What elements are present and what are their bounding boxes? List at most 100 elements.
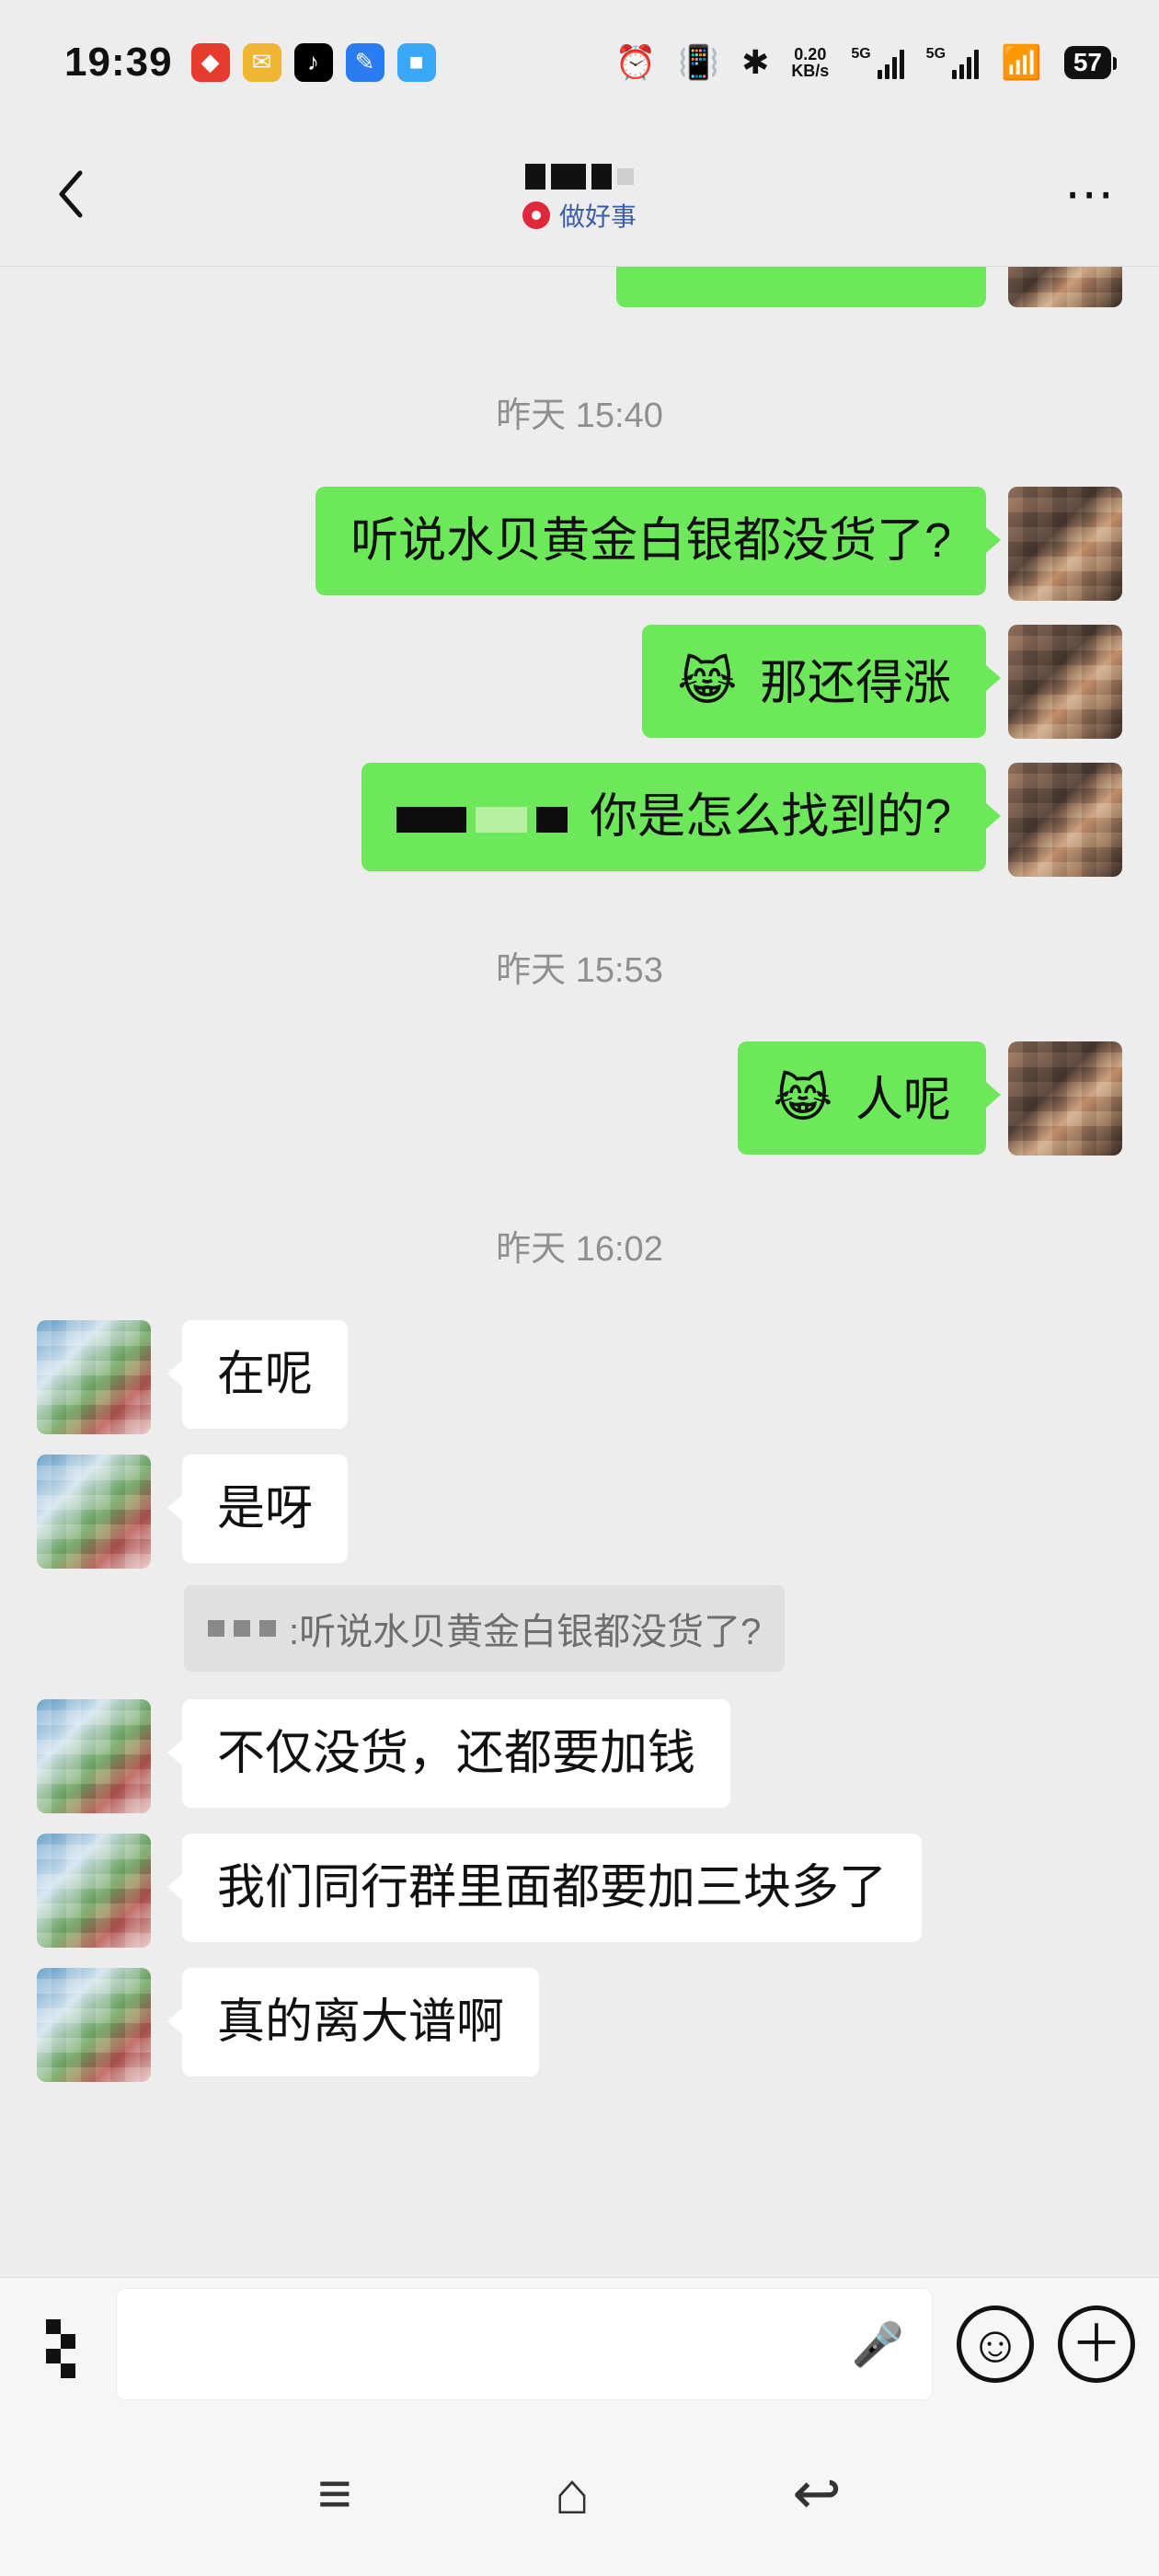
message-bubble[interactable]: 在呢 [166,1320,349,1430]
mail-icon: ✉ [242,42,281,82]
message-text: 在呢 [217,1348,314,1401]
pixel-block [46,2349,61,2363]
redaction-block [475,807,527,833]
quote-text: :听说水贝黄金白银都没货了? [289,1612,762,1652]
more-button[interactable]: ⋯ [1061,169,1117,219]
sim1-label: 5G [851,45,871,62]
signal-bar [974,49,980,79]
timestamp: 昨天 15:40 [496,397,663,435]
pixel-block [61,2363,75,2378]
back-nav-button[interactable]: ↩ [792,2464,842,2523]
message-bubble[interactable]: 😹 那还得涨 [642,625,1001,739]
message-bubble[interactable]: 真的离大谱啊 [166,1968,540,2077]
vibrate-icon: 📳 [678,42,720,81]
avatar-me[interactable] [1008,625,1122,739]
redaction-block [535,807,568,833]
network-speed-value: 0.20 [794,44,827,63]
network-speed: 0.20 KB/s [791,46,829,79]
more-horizontal-icon: ⋯ [1064,167,1114,222]
status-left: 19:39 ◆ ✉ ♪ ✎ ■ [64,40,436,86]
message-row: 😹 人呢 [37,1041,1122,1156]
message-bubble-partial[interactable] [616,267,986,307]
redaction-block [208,1620,224,1637]
message-row: 我们同行群里面都要加三块多了 [37,1834,1122,1948]
battery-level: 57 [1073,47,1102,76]
contact-subtitle: 做好事 [522,197,637,234]
signal-bar [884,63,889,79]
signal-bar [959,63,965,79]
avatar-contact[interactable] [37,1834,151,1948]
message-text: 真的离大谱啊 [217,1995,505,2049]
avatar-contact[interactable] [37,1968,151,2082]
menu-button[interactable]: ≡ [317,2464,351,2523]
message-text: 你是怎么找到的? [590,790,951,844]
message-bubble[interactable]: 你是怎么找到的? [361,763,1002,872]
flower-icon [522,201,550,229]
chat-title[interactable]: 做好事 [522,164,637,234]
signal-bar [967,56,972,79]
crying-laughing-icon: 😹 [773,1069,833,1127]
message-text: 人呢 [855,1074,951,1127]
avatar-me[interactable] [1008,267,1122,307]
quoted-message[interactable]: :听说水贝黄金白银都没货了? [184,1585,786,1672]
avatar-contact[interactable] [37,1455,151,1569]
bluetooth-icon: ✱ [741,42,770,81]
signal-1: 5G [851,45,904,79]
chevron-left-icon [59,170,83,218]
chat-area[interactable]: 昨天 15:40 听说水贝黄金白银都没货了? 😹 那还得涨 你是怎么找到的? 昨… [0,267,1159,2363]
plus-button[interactable]: ＋ [1058,2306,1135,2383]
plus-icon: ＋ [1071,2315,1122,2373]
redaction-block [550,164,586,190]
message-input-bar: 🎤 ☺ ＋ [0,2277,1159,2410]
redaction-block [396,807,466,833]
avatar-me[interactable] [1008,763,1122,877]
redacted-quote-author [208,1620,276,1637]
system-nav-bar: ≡ ⌂ ↩ [0,2410,1159,2576]
message-row: 在呢 [37,1320,1122,1434]
back-button[interactable] [42,167,98,222]
message-row: 你是怎么找到的? [37,763,1122,877]
status-right: ⏰ 📳 ✱ 0.20 KB/s 5G 5G 📶 57 [614,42,1118,81]
partial-message-top [616,267,1122,307]
message-input[interactable]: 🎤 [116,2288,933,2400]
microphone-icon[interactable]: 🎤 [852,2319,904,2370]
redacted-text-prefix [396,807,568,833]
signal-bar [952,69,958,79]
app-icon: ■ [396,42,436,82]
avatar-me[interactable] [1008,1041,1122,1156]
emoji-button[interactable]: ☺ [957,2306,1034,2383]
redaction-block [234,1620,250,1637]
avatar-contact[interactable] [37,1699,151,1813]
app-icon: ✎ [345,42,384,82]
message-bubble[interactable]: 😹 人呢 [738,1041,1001,1156]
alarm-icon: ⏰ [614,42,657,81]
wifi-icon: 📶 [1001,42,1042,81]
menu-icon: ≡ [317,2460,352,2526]
signal-bar [899,49,904,79]
message-row: 是呀 [37,1455,1122,1569]
notification-app-icons: ◆ ✉ ♪ ✎ ■ [190,42,436,82]
redaction-block [616,168,634,185]
home-button[interactable]: ⌂ [555,2464,591,2523]
signal-bar [877,69,882,79]
subtitle-text: 做好事 [558,202,637,231]
timestamp: 昨天 15:53 [496,951,663,990]
message-bubble[interactable]: 听说水贝黄金白银都没货了? [316,487,1001,596]
message-text: 是呀 [217,1482,314,1535]
message-text: 不仅没货，还都要加钱 [217,1727,696,1780]
redacted-keyboard-icon[interactable] [24,2310,92,2378]
emoji-icon: ☺ [969,2315,1022,2373]
avatar-contact[interactable] [37,1320,151,1434]
message-bubble[interactable]: 是呀 [166,1455,349,1564]
network-speed-unit: KB/s [791,61,830,80]
redaction-block [591,164,612,190]
avatar-me[interactable] [1008,487,1122,601]
redaction-block [259,1620,276,1637]
message-row: 听说水贝黄金白银都没货了? [37,487,1122,601]
pixel-block [46,2319,61,2334]
message-bubble[interactable]: 我们同行群里面都要加三块多了 [166,1834,923,1943]
battery-indicator: 57 [1063,45,1118,79]
message-row: 不仅没货，还都要加钱 [37,1699,1122,1813]
tiktok-icon: ♪ [293,42,333,82]
message-bubble[interactable]: 不仅没货，还都要加钱 [166,1699,731,1809]
